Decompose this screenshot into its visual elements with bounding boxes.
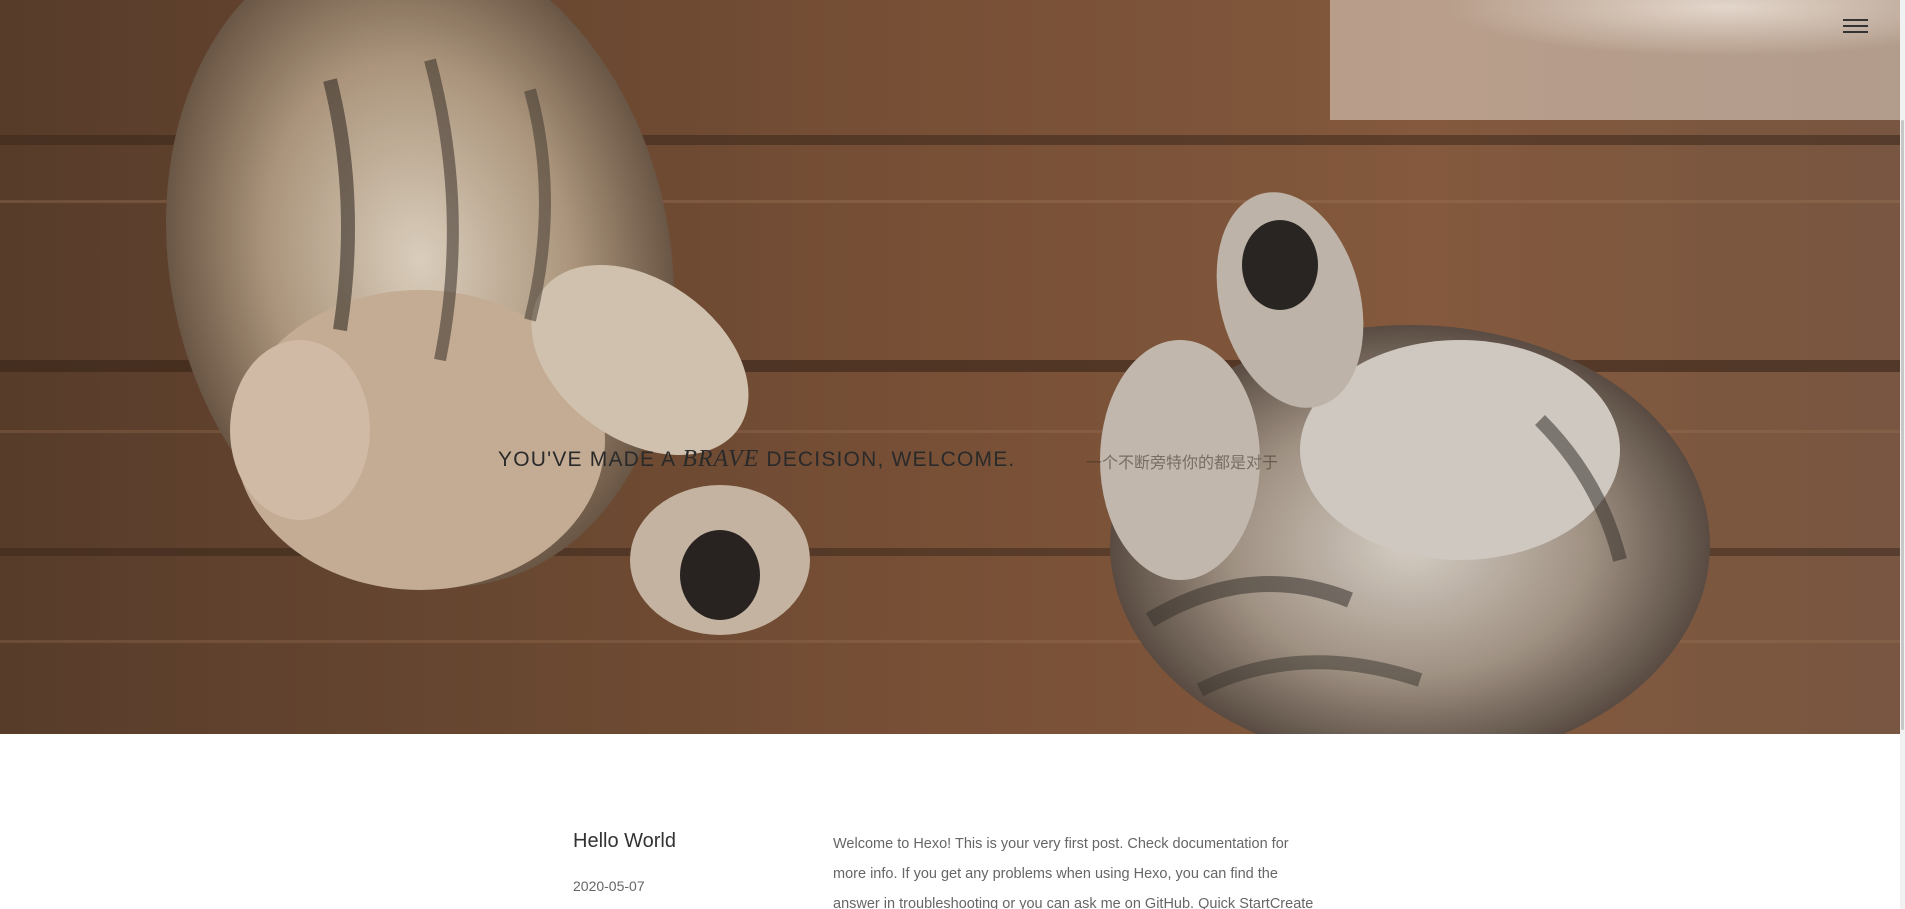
hero-subtagline: 一个不断旁特你的都是对于 xyxy=(1086,453,1279,472)
menu-icon-bar xyxy=(1843,19,1868,21)
scrollbar[interactable] xyxy=(1900,0,1905,909)
menu-icon-bar xyxy=(1843,31,1868,33)
hero-background-photo xyxy=(0,0,1900,734)
post-title-link[interactable]: Hello World xyxy=(573,830,676,853)
post-excerpt-line: answer in troubleshooting or you can ask… xyxy=(833,896,1314,909)
hamburger-menu-icon[interactable] xyxy=(1840,16,1874,38)
post-excerpt-line: more info. If you get any problems when … xyxy=(833,866,1278,882)
post-date: 2020-05-07 xyxy=(573,878,645,894)
page: YOU'VE MADE A BRAVE DECISION, WELCOME. 一… xyxy=(0,0,1905,909)
scrollbar-thumb[interactable] xyxy=(1901,120,1904,730)
tagline-after: DECISION, WELCOME. xyxy=(759,448,1016,471)
hero-tagline: YOU'VE MADE A BRAVE DECISION, WELCOME. xyxy=(498,446,1015,476)
post-excerpt: Welcome to Hexo! This is your very first… xyxy=(833,829,1333,909)
tagline-before: YOU'VE MADE A xyxy=(498,448,683,471)
tagline-emphasis: BRAVE xyxy=(682,446,760,472)
post-excerpt-line: Welcome to Hexo! This is your very first… xyxy=(833,836,1289,852)
hero-banner: YOU'VE MADE A BRAVE DECISION, WELCOME. 一… xyxy=(0,0,1900,734)
post-item: Hello World 2020-05-07 Welcome to Hexo! … xyxy=(0,734,1900,909)
menu-icon-bar xyxy=(1843,25,1868,27)
